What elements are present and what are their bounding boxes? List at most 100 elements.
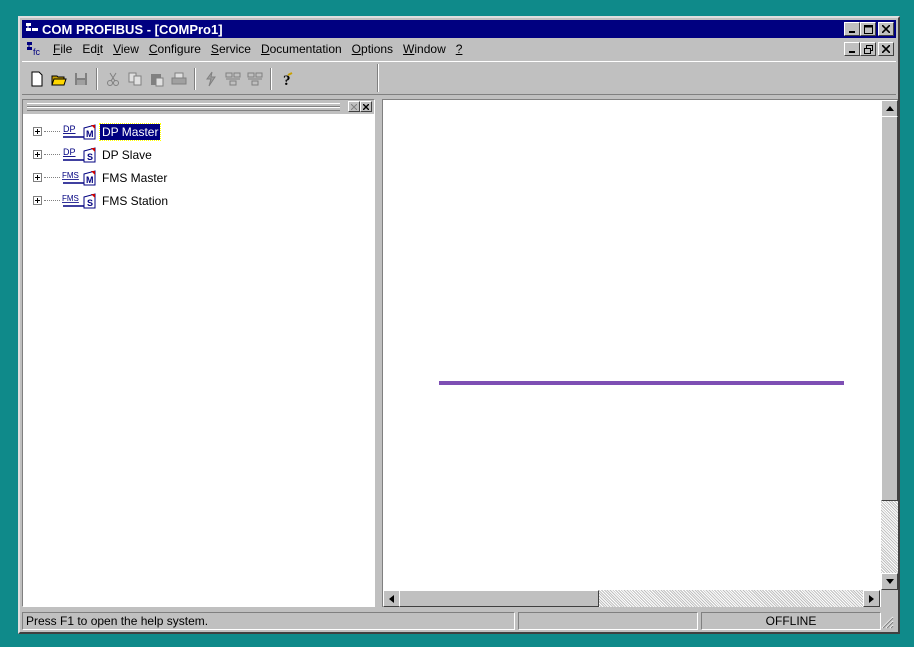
close-icon [363,103,369,110]
open-button[interactable] [48,68,70,90]
maximize-icon [863,24,873,34]
bus-canvas[interactable] [382,99,898,607]
horizontal-scroll-thumb[interactable] [399,590,599,607]
menu-window-label: Window [403,42,446,56]
expand-icon[interactable] [33,173,42,182]
menu-service[interactable]: Service [206,42,256,56]
app-icon[interactable] [25,22,39,36]
window-title: COM PROFIBUS - [COMPro1] [42,21,223,37]
status-middle-pane [518,612,698,630]
menu-options-label: Options [351,42,394,56]
status-message-pane: Press F1 to open the help system. [22,612,515,630]
menu-help-label: ? [455,42,463,56]
station2-icon [247,72,263,86]
expand-icon[interactable] [33,196,42,205]
expand-icon[interactable] [33,150,42,159]
toolbar: ? [22,61,896,95]
paste-button[interactable] [146,68,168,90]
tree-item-dp-master[interactable]: DP M DP Master [27,120,170,143]
icon-text: FMS [62,171,79,180]
close-button[interactable] [878,22,894,36]
menu-view-label: View [113,42,139,56]
document-icon[interactable]: fc [26,41,44,57]
status-message: Press F1 to open the help system. [26,614,209,628]
tree-connector [44,131,60,132]
minimize-icon [849,51,855,53]
scroll-right-button[interactable] [863,590,880,607]
minimize-icon [849,31,855,33]
icon-subtext: S [87,152,93,162]
copy-button[interactable] [124,68,146,90]
tree-item-label[interactable]: FMS Master [100,170,169,186]
catalog-pane-header[interactable] [23,100,374,114]
scroll-corner [881,590,898,607]
pane-dock-button[interactable] [348,101,360,112]
menu-configure-label: Configure [148,42,201,56]
profibus-line[interactable] [439,381,844,385]
fms-master-icon: FMS M [62,170,96,186]
expand-icon[interactable] [33,127,42,136]
station-icon [225,72,241,86]
arrow-down-icon [885,579,894,584]
status-mode-pane: OFFLINE [701,612,881,630]
menu-documentation-label: Documentation [260,42,342,56]
pane-splitter[interactable] [375,99,382,607]
maximize-button[interactable] [860,22,876,36]
svg-text:fc: fc [33,47,41,57]
minimize-button[interactable] [844,22,860,36]
toolbar-end-separator [377,64,379,92]
save-icon [75,73,87,85]
tree-item-label[interactable]: DP Slave [100,147,154,163]
help-icon: ? [283,72,293,87]
main-window: COM PROFIBUS - [COMPro1] fc File Edit Vi… [18,16,900,634]
dock-icon [351,103,357,110]
vertical-scrollbar[interactable] [881,100,898,590]
mdi-minimize-button[interactable] [844,42,860,56]
menu-view[interactable]: View [108,42,144,56]
tree-connector [44,177,60,178]
pane-grip [27,107,340,111]
title-bar[interactable]: COM PROFIBUS - [COMPro1] [22,20,896,38]
toolbar-separator [96,68,98,90]
station-tree: DP M DP Master DP S DP Slave FMS M FMS M… [27,120,170,212]
cut-button[interactable] [102,68,124,90]
new-button[interactable] [26,68,48,90]
station-button[interactable] [222,68,244,90]
menu-documentation[interactable]: Documentation [256,42,347,56]
menu-options[interactable]: Options [347,42,398,56]
print-button[interactable] [168,68,190,90]
copy-icon [128,72,142,86]
station2-button[interactable] [244,68,266,90]
help-button[interactable]: ? [276,68,298,90]
menu-edit[interactable]: Edit [77,42,108,56]
dp-slave-icon: DP S [63,147,96,163]
vertical-scroll-thumb[interactable] [881,116,898,501]
scroll-up-button[interactable] [881,100,898,117]
tree-item-label[interactable]: FMS Station [100,193,170,209]
status-bar: Press F1 to open the help system. OFFLIN… [22,611,896,631]
mdi-close-button[interactable] [878,42,894,56]
menu-file[interactable]: File [48,42,77,56]
tree-item-fms-master[interactable]: FMS M FMS Master [27,166,170,189]
save-button[interactable] [70,68,92,90]
tree-item-fms-station[interactable]: FMS S FMS Station [27,189,170,212]
tree-item-dp-slave[interactable]: DP S DP Slave [27,143,170,166]
pane-close-button[interactable] [360,101,372,112]
mdi-restore-button[interactable] [860,42,876,56]
tree-item-label[interactable]: DP Master [98,122,162,141]
close-icon [882,25,890,33]
bus-param-button[interactable] [200,68,222,90]
bus-param-icon [206,71,216,87]
scroll-down-button[interactable] [881,573,898,590]
icon-subtext: M [86,175,94,185]
open-icon [51,75,67,86]
dp-master-icon: DP M [63,124,96,140]
menu-configure[interactable]: Configure [144,42,206,56]
horizontal-scrollbar[interactable] [383,590,880,607]
resize-grip-icon[interactable] [880,615,894,629]
menu-help[interactable]: ? [451,42,468,56]
scroll-left-button[interactable] [383,590,400,607]
icon-text: DP [63,124,76,134]
menu-window[interactable]: Window [398,42,451,56]
menu-service-label: Service [210,42,251,56]
